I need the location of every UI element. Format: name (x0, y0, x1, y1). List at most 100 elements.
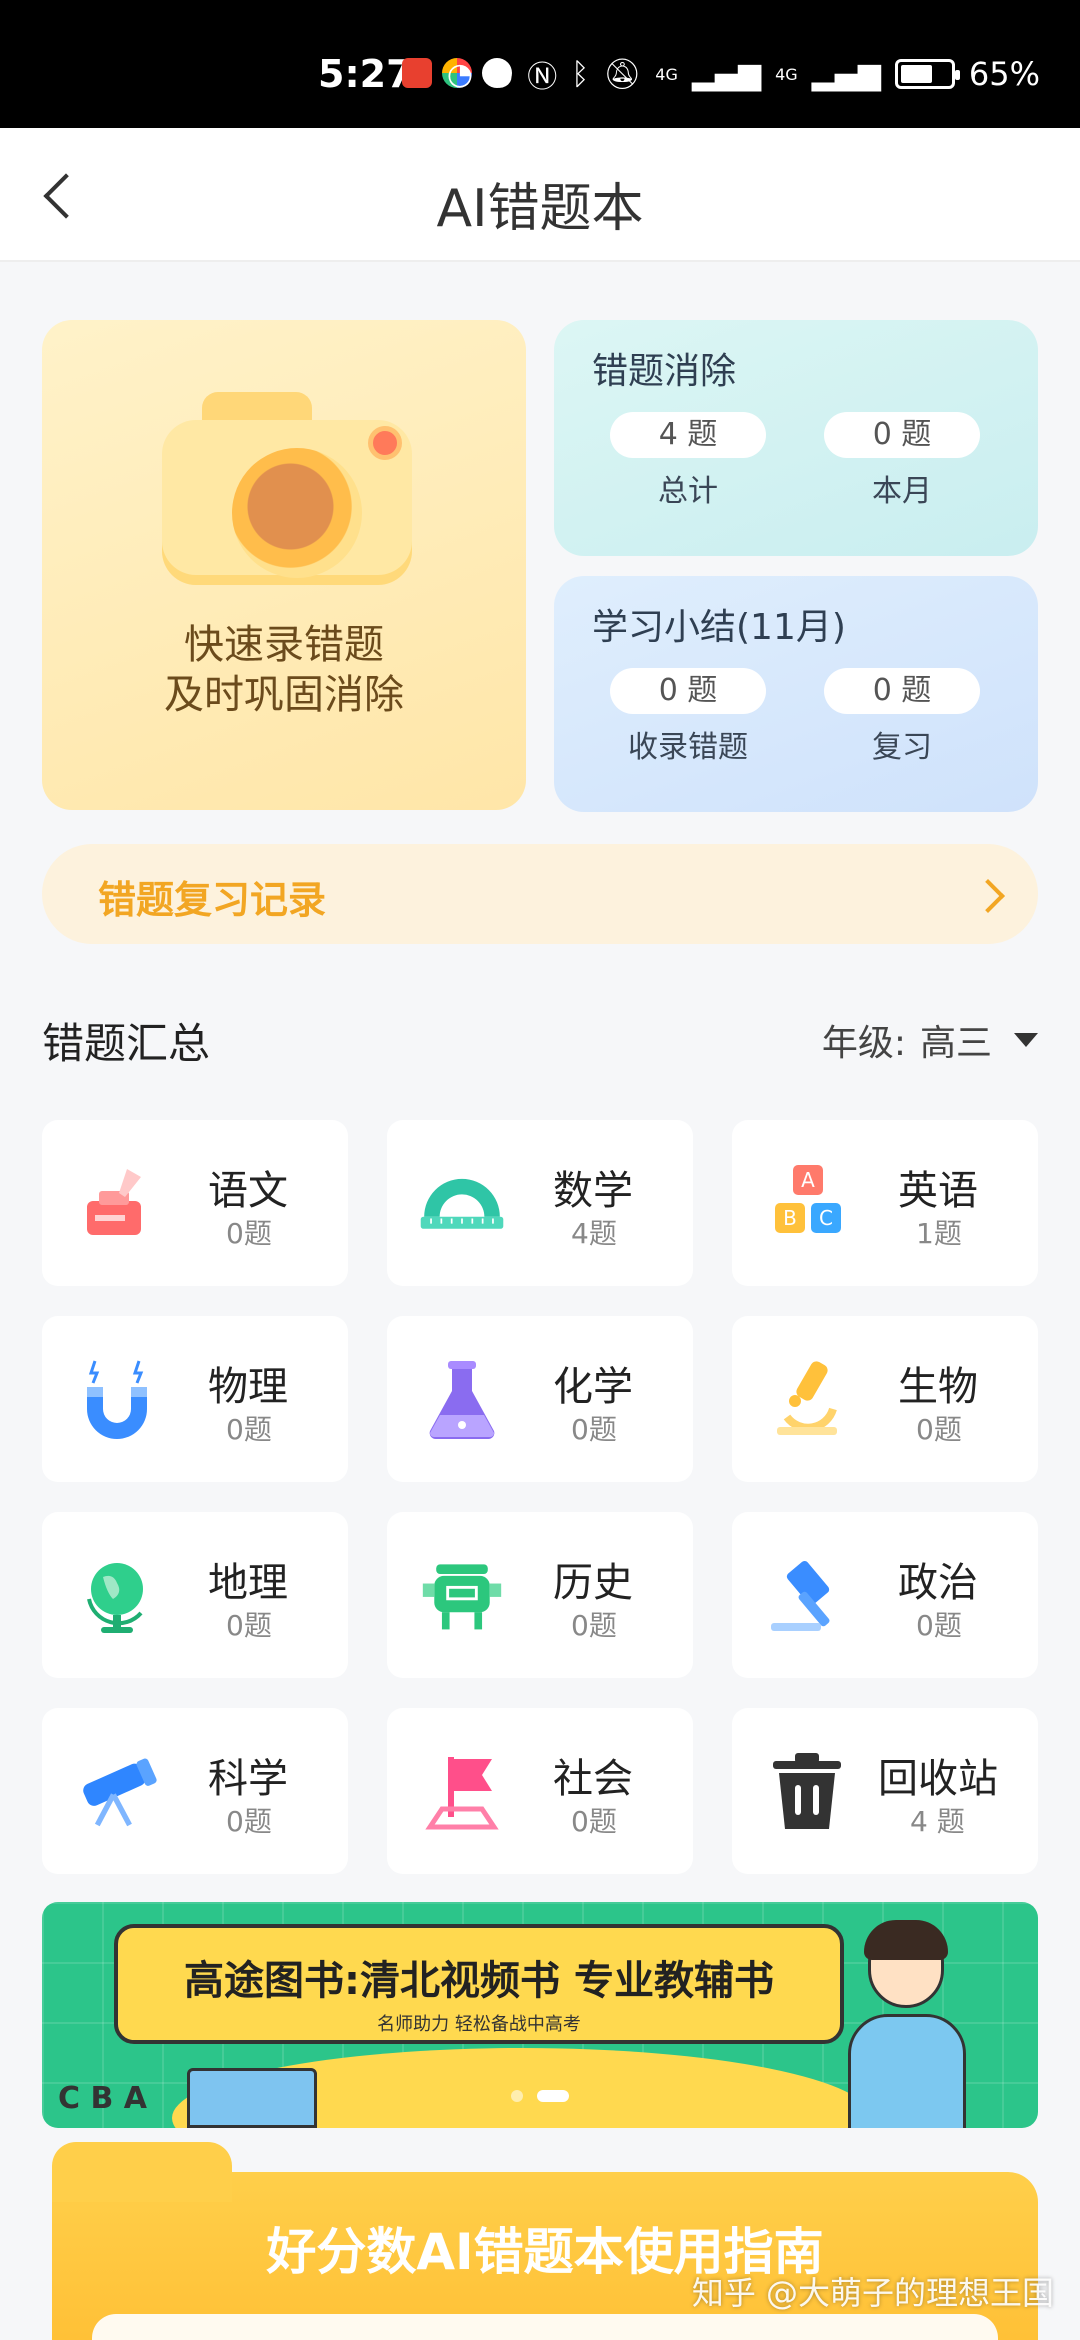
carousel-dot (511, 2090, 523, 2102)
eye-icon: ◉ (487, 56, 514, 92)
subject-name: 政治 (898, 1560, 978, 1606)
recycle-bin-card[interactable]: 回收站 4 题 (732, 1708, 1038, 1874)
summary-review-label: 复习 (872, 730, 932, 765)
subject-count: 0题 (226, 1217, 272, 1250)
gavel-icon (764, 1552, 850, 1638)
signal-icon: ▂▄▆ (691, 56, 762, 92)
grade-selector[interactable]: 年级: 高三 (822, 1014, 1038, 1066)
trash-icon (764, 1748, 850, 1834)
elimination-month-value: 0 题 (824, 412, 980, 458)
guide-content-area (92, 2314, 998, 2340)
elimination-month-label: 本月 (872, 474, 932, 509)
battery-fill (900, 65, 933, 83)
subject-count: 0题 (571, 1805, 617, 1838)
banner-title: 高途图书:清北视频书 专业教辅书 (184, 1958, 774, 2004)
summary-review: 0 题 复习 (824, 668, 980, 766)
carousel-indicator (42, 2090, 1038, 2102)
svg-text:B: B (783, 1206, 797, 1230)
abc-blocks-icon: ABC (764, 1160, 850, 1246)
summary-review-value: 0 题 (824, 668, 980, 714)
subject-card-biology[interactable]: 生物 0题 (732, 1316, 1038, 1482)
status-bar: 5:27 ◔ ◉ Ⓝ ᛒ 🔕︎ 4G ▂▄▆ 4G ▂▄▆ 65% (0, 0, 1080, 128)
elimination-title: 错题消除 (592, 351, 737, 392)
bronze-vessel-icon (419, 1552, 505, 1638)
network-label-2: 4G (775, 64, 798, 84)
subject-count: 4 题 (910, 1805, 965, 1838)
elimination-total: 4 题 总计 (610, 412, 766, 510)
subject-name: 历史 (553, 1560, 633, 1606)
subject-name: 科学 (208, 1756, 288, 1802)
guide-tab-shape (52, 2142, 232, 2202)
banner-subtitle: 名师助力 轻松备战中高考 (377, 2014, 581, 2035)
bluetooth-icon: ᛒ (571, 56, 590, 92)
subject-name: 语文 (208, 1168, 288, 1214)
review-record-label: 错题复习记录 (98, 878, 327, 922)
grade-label: 年级: (821, 1023, 906, 1064)
grade-value: 高三 (919, 1023, 992, 1064)
subject-name: 地理 (208, 1560, 288, 1606)
watermark: 知乎 @大萌子的理想王国 (691, 2274, 1054, 2312)
subject-grid: 语文 0题 数学 4题 ABC 英语 1题 物理 0题 化学 0题 生物 0题 … (42, 1120, 1038, 1874)
subject-card-science[interactable]: 科学 0题 (42, 1708, 348, 1874)
flask-icon (419, 1356, 505, 1442)
subject-name: 数学 (553, 1168, 633, 1214)
subject-name: 生物 (898, 1364, 978, 1410)
study-summary-card[interactable]: 学习小结(11月) 0 题 收录错题 0 题 复习 (554, 576, 1038, 812)
globe-icon (74, 1552, 160, 1638)
battery-percent: 65% (968, 55, 1040, 93)
quick-capture-text: 快速录错题 及时巩固消除 (42, 620, 526, 720)
subject-card-geography[interactable]: 地理 0题 (42, 1512, 348, 1678)
subject-card-math[interactable]: 数学 4题 (387, 1120, 693, 1286)
subject-count: 1题 (916, 1217, 962, 1250)
subject-count: 0题 (226, 1609, 272, 1642)
subject-card-english[interactable]: ABC 英语 1题 (732, 1120, 1038, 1286)
subject-count: 0题 (916, 1413, 962, 1446)
main-content: 快速录错题 及时巩固消除 错题消除 4 题 总计 0 题 本月 学习小结(11月… (0, 262, 1080, 2340)
quick-capture-line1: 快速录错题 (184, 622, 384, 668)
subject-card-society[interactable]: 社会 0题 (387, 1708, 693, 1874)
telescope-icon (74, 1748, 160, 1834)
quick-capture-line2: 及时巩固消除 (164, 672, 404, 718)
signal-icon-2: ▂▄▆ (811, 56, 881, 92)
subject-card-history[interactable]: 历史 0题 (387, 1512, 693, 1678)
ink-bottle-icon (74, 1160, 160, 1246)
study-summary-title: 学习小结(11月) (592, 607, 846, 648)
subject-count: 0题 (571, 1413, 617, 1446)
promo-banner[interactable]: 高途图书:清北视频书 专业教辅书 名师助力 轻松备战中高考 C B A (42, 1902, 1038, 2128)
subject-name: 英语 (898, 1168, 978, 1214)
microscope-icon (764, 1356, 850, 1442)
subject-count: 0题 (916, 1609, 962, 1642)
svg-text:C: C (819, 1206, 833, 1230)
app-header: AI错题本 (0, 128, 1080, 262)
svg-text:A: A (801, 1168, 815, 1192)
battery-icon (894, 59, 960, 89)
subject-card-physics[interactable]: 物理 0题 (42, 1316, 348, 1482)
subject-count: 0题 (226, 1413, 272, 1446)
subject-name: 化学 (553, 1364, 633, 1410)
subject-card-politics[interactable]: 政治 0题 (732, 1512, 1038, 1678)
subject-count: 4题 (571, 1217, 617, 1250)
chevron-right-icon (972, 876, 1008, 912)
usage-guide-card[interactable]: 好分数AI错题本使用指南 (52, 2142, 1038, 2340)
mute-icon: 🔕︎ (603, 56, 642, 92)
subject-count: 0题 (226, 1805, 272, 1838)
red-envelope-icon (402, 58, 432, 88)
caret-down-icon (1014, 1033, 1038, 1047)
network-label-1: 4G (655, 64, 678, 84)
subject-count: 0题 (571, 1609, 617, 1642)
status-time: 5:27 (318, 52, 413, 96)
summary-title: 错题汇总 (42, 1019, 211, 1068)
camera-icon (162, 380, 412, 585)
elimination-total-value: 4 题 (610, 412, 766, 458)
review-record-button[interactable]: 错题复习记录 (42, 844, 1038, 944)
elimination-card[interactable]: 错题消除 4 题 总计 0 题 本月 (554, 320, 1038, 556)
summary-collected: 0 题 收录错题 (610, 668, 766, 766)
subject-name: 物理 (208, 1364, 288, 1410)
elimination-total-label: 总计 (658, 474, 718, 509)
status-indicators: ◔ ◉ Ⓝ ᛒ 🔕︎ 4G ▂▄▆ 4G ▂▄▆ 65% (447, 52, 1040, 96)
page-title: AI错题本 (436, 179, 644, 239)
subject-card-chemistry[interactable]: 化学 0题 (387, 1316, 693, 1482)
quick-capture-card[interactable]: 快速录错题 及时巩固消除 (42, 320, 526, 810)
subject-card-chinese[interactable]: 语文 0题 (42, 1120, 348, 1286)
magnet-icon (74, 1356, 160, 1442)
